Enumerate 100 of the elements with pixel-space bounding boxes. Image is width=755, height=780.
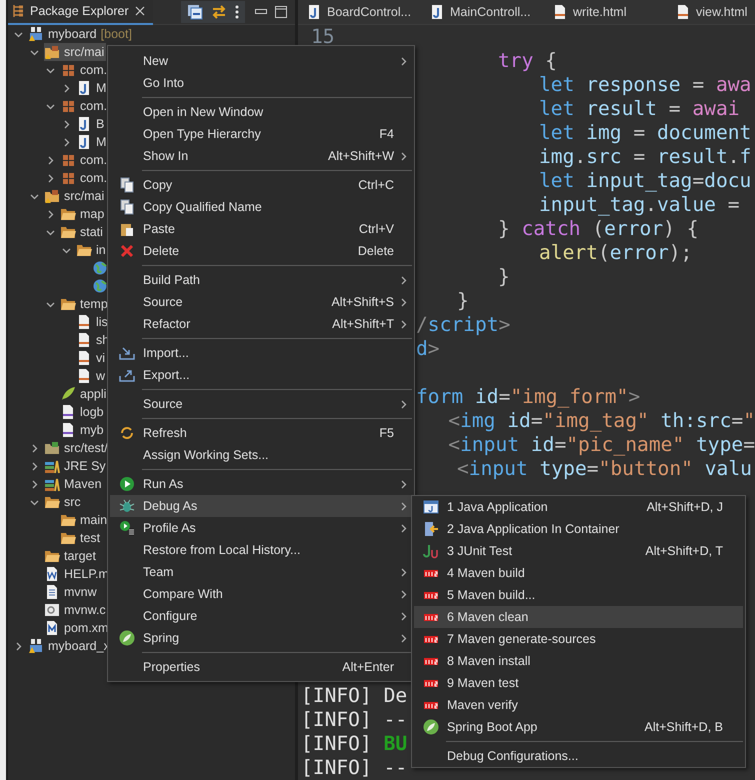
tree-item[interactable]: vi (76, 349, 108, 367)
editor-tab[interactable]: BoardControl... (306, 4, 429, 20)
tree-item[interactable]: myb (60, 421, 106, 439)
tree-item[interactable]: temp (60, 295, 110, 313)
chevron-down-icon[interactable] (46, 300, 54, 308)
menu-item[interactable]: Assign Working Sets... (110, 444, 412, 466)
maximize-icon[interactable] (274, 6, 287, 18)
tree-item[interactable]: myboard_x (28, 637, 112, 655)
chevron-right-icon[interactable] (398, 524, 408, 532)
menu-item[interactable]: Spring Boot App Alt+Shift+D, B (414, 716, 743, 738)
chevron-right-icon[interactable] (398, 502, 408, 510)
menu-item[interactable]: 7 Maven generate-sources (414, 628, 743, 650)
chevron-down-icon[interactable] (30, 192, 38, 200)
menu-item[interactable]: Team (110, 561, 412, 583)
tree-item[interactable]: com. (60, 151, 110, 169)
tree-item[interactable]: map (60, 205, 106, 223)
menu-item[interactable]: 9 Maven test (414, 672, 743, 694)
menu-item[interactable]: 8 Maven install (414, 650, 743, 672)
tree-item[interactable]: mvnw.c (44, 601, 108, 619)
tree-item[interactable]: com. (60, 169, 110, 187)
chevron-right-icon[interactable] (398, 590, 408, 598)
tree-item[interactable]: src (44, 493, 83, 511)
menu-item[interactable]: Compare With (110, 583, 412, 605)
close-icon[interactable] (134, 6, 145, 16)
menu-item[interactable]: New (110, 50, 412, 72)
tree-item[interactable]: target (44, 547, 98, 565)
menu-item[interactable]: 2 Java Application In Container (414, 518, 743, 540)
menu-item[interactable]: Import... (110, 342, 412, 364)
menu-item[interactable]: Refactor Alt+Shift+T (110, 313, 412, 335)
menu-item[interactable]: Run As (110, 473, 412, 495)
tree-item[interactable]: w (76, 367, 108, 385)
tree-item[interactable]: M (76, 79, 108, 97)
menu-item[interactable]: Paste Ctrl+V (110, 218, 412, 240)
menu-item[interactable]: Restore from Local History... (110, 539, 412, 561)
folder-icon (44, 548, 60, 564)
tree-item[interactable]: in (76, 241, 108, 259)
menu-item[interactable]: Debug Configurations... (414, 745, 743, 767)
menu-item[interactable]: Source (110, 393, 412, 415)
tree-item[interactable]: Maven (44, 475, 104, 493)
chevron-right-icon[interactable] (398, 152, 408, 160)
chevron-right-icon[interactable] (398, 298, 408, 306)
menu-item[interactable]: Export... (110, 364, 412, 386)
menu-item[interactable]: 5 Maven build... (414, 584, 743, 606)
link-arrows-icon[interactable] (210, 4, 227, 20)
chevron-right-icon[interactable] (398, 612, 408, 620)
tree-item[interactable]: src/test/ (44, 439, 110, 457)
tree-item[interactable]: com. (60, 97, 110, 115)
chevron-right-icon[interactable] (398, 634, 408, 642)
tree-item[interactable]: main (60, 511, 110, 529)
chevron-right-icon[interactable] (46, 210, 54, 218)
menu-item[interactable]: Spring (110, 627, 412, 649)
chevron-right-icon[interactable] (398, 400, 408, 408)
tree-item[interactable]: M (76, 133, 108, 151)
menu-item[interactable]: Open in New Window (110, 101, 412, 123)
menu-item[interactable]: Go Into (110, 72, 412, 94)
menu-item[interactable]: Show In Alt+Shift+W (110, 145, 412, 167)
more-icon[interactable] (234, 4, 239, 20)
menu-item[interactable]: 4 Maven build (414, 562, 743, 584)
menu-item[interactable]: Source Alt+Shift+S (110, 291, 412, 313)
tree-item[interactable]: myboard [boot] (28, 25, 134, 43)
menu-item[interactable]: Build Path (110, 269, 412, 291)
menu-item[interactable]: Profile As (110, 517, 412, 539)
tree-item[interactable]: lis (76, 313, 110, 331)
chevron-right-icon[interactable] (398, 276, 408, 284)
tree-item[interactable]: JRE Sy (44, 457, 108, 475)
menu-item[interactable]: Debug As (110, 495, 412, 517)
chevron-right-icon[interactable] (398, 568, 408, 576)
editor-tab[interactable]: view.html (675, 4, 755, 20)
minimize-icon[interactable] (254, 9, 267, 15)
tree-item[interactable]: appli (60, 385, 108, 403)
editor-tab[interactable]: write.html (552, 4, 675, 20)
menu-item[interactable]: 6 Maven clean (414, 606, 743, 628)
chevron-right-icon[interactable] (398, 480, 408, 488)
menu-item[interactable]: Copy Qualified Name (110, 196, 412, 218)
menu-item[interactable]: Delete Delete (110, 240, 412, 262)
tree-item[interactable]: pom.xm (44, 619, 110, 637)
menu-item[interactable]: Copy Ctrl+C (110, 174, 412, 196)
tree-item[interactable]: stati (60, 223, 105, 241)
menu-item[interactable]: Refresh F5 (110, 422, 412, 444)
selected-tree-item[interactable]: src/mai (44, 43, 106, 61)
chevron-right-icon[interactable] (398, 56, 408, 66)
chevron-right-icon[interactable] (62, 84, 70, 92)
tree-item[interactable]: mvnw (44, 583, 99, 601)
menu-item[interactable]: Properties Alt+Enter (110, 656, 412, 678)
tree-item[interactable]: B (76, 115, 106, 133)
chevron-right-icon[interactable] (398, 320, 408, 328)
editor-tab[interactable]: MainControll... (429, 4, 552, 20)
menu-item[interactable]: Maven verify (414, 694, 743, 716)
menu-item[interactable]: Configure (110, 605, 412, 627)
tree-item[interactable]: com. (60, 61, 110, 79)
collapse-all-icon[interactable] (186, 4, 203, 20)
chevron-right-icon[interactable] (14, 642, 22, 650)
menu-item[interactable]: 3 JUnit Test Alt+Shift+D, T (414, 540, 743, 562)
menu-item[interactable]: Open Type Hierarchy F4 (110, 123, 412, 145)
chevron-down-icon[interactable] (30, 498, 38, 506)
menu-item[interactable]: 1 Java Application Alt+Shift+D, J (414, 496, 743, 518)
chevron-down-icon[interactable] (46, 102, 54, 110)
tree-item[interactable]: test (60, 529, 102, 547)
tree-item[interactable]: logb (60, 403, 106, 421)
tree-item[interactable]: src/mai (44, 187, 106, 205)
